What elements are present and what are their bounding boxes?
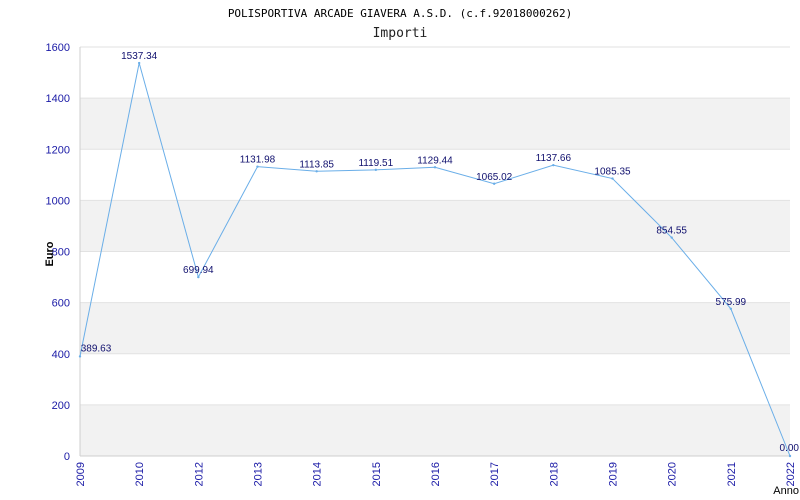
data-label: 1131.98 bbox=[240, 155, 276, 166]
data-point bbox=[611, 177, 614, 180]
data-label: 699.94 bbox=[183, 265, 214, 276]
plot-band bbox=[80, 302, 790, 354]
x-tick-label: 2020 bbox=[667, 462, 679, 486]
y-tick-label: 1400 bbox=[46, 93, 70, 105]
plot-band bbox=[80, 404, 790, 456]
data-point bbox=[788, 454, 792, 458]
x-tick-label: 2012 bbox=[193, 462, 205, 486]
x-tick-label: 2014 bbox=[312, 462, 324, 486]
x-tick-label: 2016 bbox=[430, 462, 442, 486]
data-label: 1119.51 bbox=[358, 158, 393, 169]
data-label: 1129.44 bbox=[417, 155, 453, 166]
plot-band bbox=[80, 47, 790, 99]
x-tick-label: 2021 bbox=[726, 462, 738, 486]
y-tick-label: 400 bbox=[52, 349, 70, 361]
data-point bbox=[492, 182, 496, 185]
x-axis-label: Anno bbox=[773, 485, 799, 497]
data-point bbox=[315, 170, 318, 173]
data-label: 0.00 bbox=[780, 443, 800, 454]
x-tick-label: 2022 bbox=[785, 462, 797, 486]
data-label: 1137.66 bbox=[536, 153, 572, 164]
data-label: 575.99 bbox=[716, 297, 747, 308]
x-tick-label: 2013 bbox=[253, 462, 265, 486]
data-point bbox=[729, 307, 733, 310]
data-label: 1065.02 bbox=[476, 172, 513, 183]
data-point bbox=[552, 163, 555, 167]
y-axis-label: Euro bbox=[44, 241, 56, 266]
plot-band bbox=[80, 251, 790, 303]
data-label: 389.63 bbox=[81, 343, 112, 354]
data-point bbox=[374, 168, 378, 172]
chart-title: POLISPORTIVA ARCADE GIAVERA A.S.D. (c.f.… bbox=[228, 7, 572, 20]
x-tick-label: 2015 bbox=[371, 462, 383, 486]
data-point bbox=[433, 166, 437, 169]
plot-band bbox=[80, 353, 790, 405]
data-label: 1085.35 bbox=[594, 167, 631, 178]
x-tick-labels: 2009 2010 2012 2013 2014 2015 2016 2017 2018 2019… bbox=[75, 462, 797, 486]
plot-band bbox=[80, 98, 790, 150]
line-chart: POLISPORTIVA ARCADE GIAVERA A.S.D. (c.f.… bbox=[44, 7, 800, 497]
chart-subtitle: Importi bbox=[373, 26, 428, 41]
data-point bbox=[197, 275, 200, 279]
y-tick-label: 1000 bbox=[46, 195, 70, 207]
data-point bbox=[78, 355, 82, 358]
x-tick-label: 2019 bbox=[608, 462, 620, 486]
y-tick-label: 1600 bbox=[46, 42, 70, 54]
x-tick-label: 2017 bbox=[489, 462, 501, 486]
x-tick-label: 2010 bbox=[134, 462, 146, 486]
data-point bbox=[670, 236, 673, 239]
data-label: 1537.34 bbox=[121, 51, 158, 62]
y-tick-label: 600 bbox=[52, 298, 70, 310]
y-tick-label: 1200 bbox=[46, 144, 70, 156]
y-tick-label: 200 bbox=[52, 400, 70, 412]
data-label: 1113.85 bbox=[299, 159, 334, 170]
y-tick-label: 0 bbox=[64, 451, 70, 463]
data-point bbox=[137, 61, 141, 65]
data-point bbox=[256, 165, 259, 168]
x-tick-label: 2009 bbox=[75, 462, 87, 486]
data-label: 854.55 bbox=[656, 226, 687, 237]
x-tick-label: 2018 bbox=[548, 462, 560, 486]
